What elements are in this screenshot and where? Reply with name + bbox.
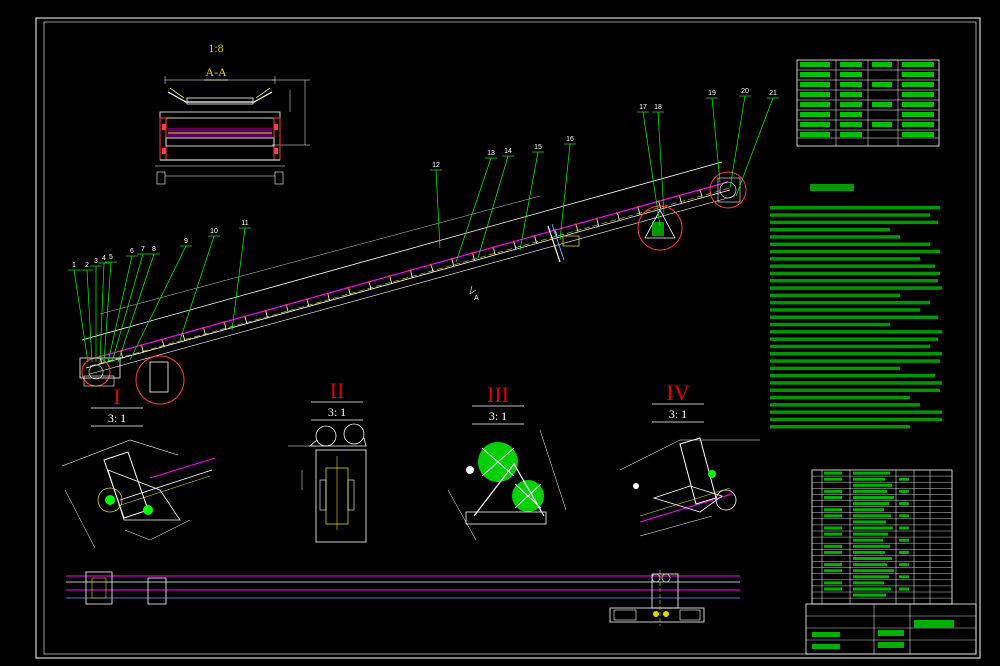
balloon-number: 4 (102, 255, 106, 262)
plan-view (66, 570, 740, 626)
balloon-number: 19 (708, 90, 716, 97)
cad-drawing: 1:8 A-A A 1 23 4 56 7 8910111213 1415161… (35, 17, 981, 659)
conveyor-elevation: A (79, 161, 747, 405)
balloon-number: 5 (109, 254, 113, 261)
parts-list-and-title-block (805, 469, 977, 655)
detail-iii (447, 429, 567, 541)
detail-iv (619, 437, 760, 537)
balloon-number: 9 (184, 238, 188, 245)
drawing-sheet: 1:8 A-A A 1 2 3 4 5 6 7 8 9 10 11 12 13 … (0, 0, 1000, 666)
balloon-labels: 1 23 4 56 7 8910111213 14151617 1819 20 21 (72, 88, 777, 269)
detail-roman-label: III (487, 382, 509, 407)
balloon-number: 2 (85, 262, 89, 269)
balloon-number: 10 (210, 228, 218, 235)
detail-scale-label: 3: 1 (108, 411, 126, 425)
balloon-number: 16 (566, 136, 574, 143)
balloon-number: 21 (769, 90, 777, 97)
section-name-label: A-A (205, 65, 227, 79)
balloon-number: 8 (152, 246, 156, 253)
section-scale-label: 1:8 (208, 41, 223, 55)
detail-i (61, 439, 216, 549)
detail-roman-label: IV (666, 380, 689, 405)
detail-scale-label: 3: 1 (328, 405, 346, 419)
svg-text:A: A (474, 295, 479, 302)
balloon-number: 18 (654, 104, 662, 111)
detail-roman-label: I (113, 384, 120, 409)
balloon-number: 20 (741, 88, 749, 95)
detail-scale-label: 3: 1 (489, 409, 507, 423)
balloon-number: 3 (94, 258, 98, 265)
balloon-number: 17 (639, 104, 647, 111)
balloon-number: 6 (130, 248, 134, 255)
balloon-number: 1 (72, 262, 76, 269)
balloon-number: 11 (241, 220, 248, 227)
detail-roman-label: II (330, 378, 345, 403)
section-view-a-a: 1:8 A-A (155, 41, 310, 185)
parameter-table (796, 59, 940, 147)
balloon-number: 13 (487, 150, 495, 157)
detail-ii (288, 423, 367, 543)
detail-scale-label: 3: 1 (669, 407, 687, 421)
balloon-number: 14 (504, 148, 512, 155)
balloon-number: 7 (141, 246, 145, 253)
balloon-number: 12 (432, 162, 440, 169)
balloon-number: 15 (534, 144, 542, 151)
technical-notes (770, 184, 942, 429)
